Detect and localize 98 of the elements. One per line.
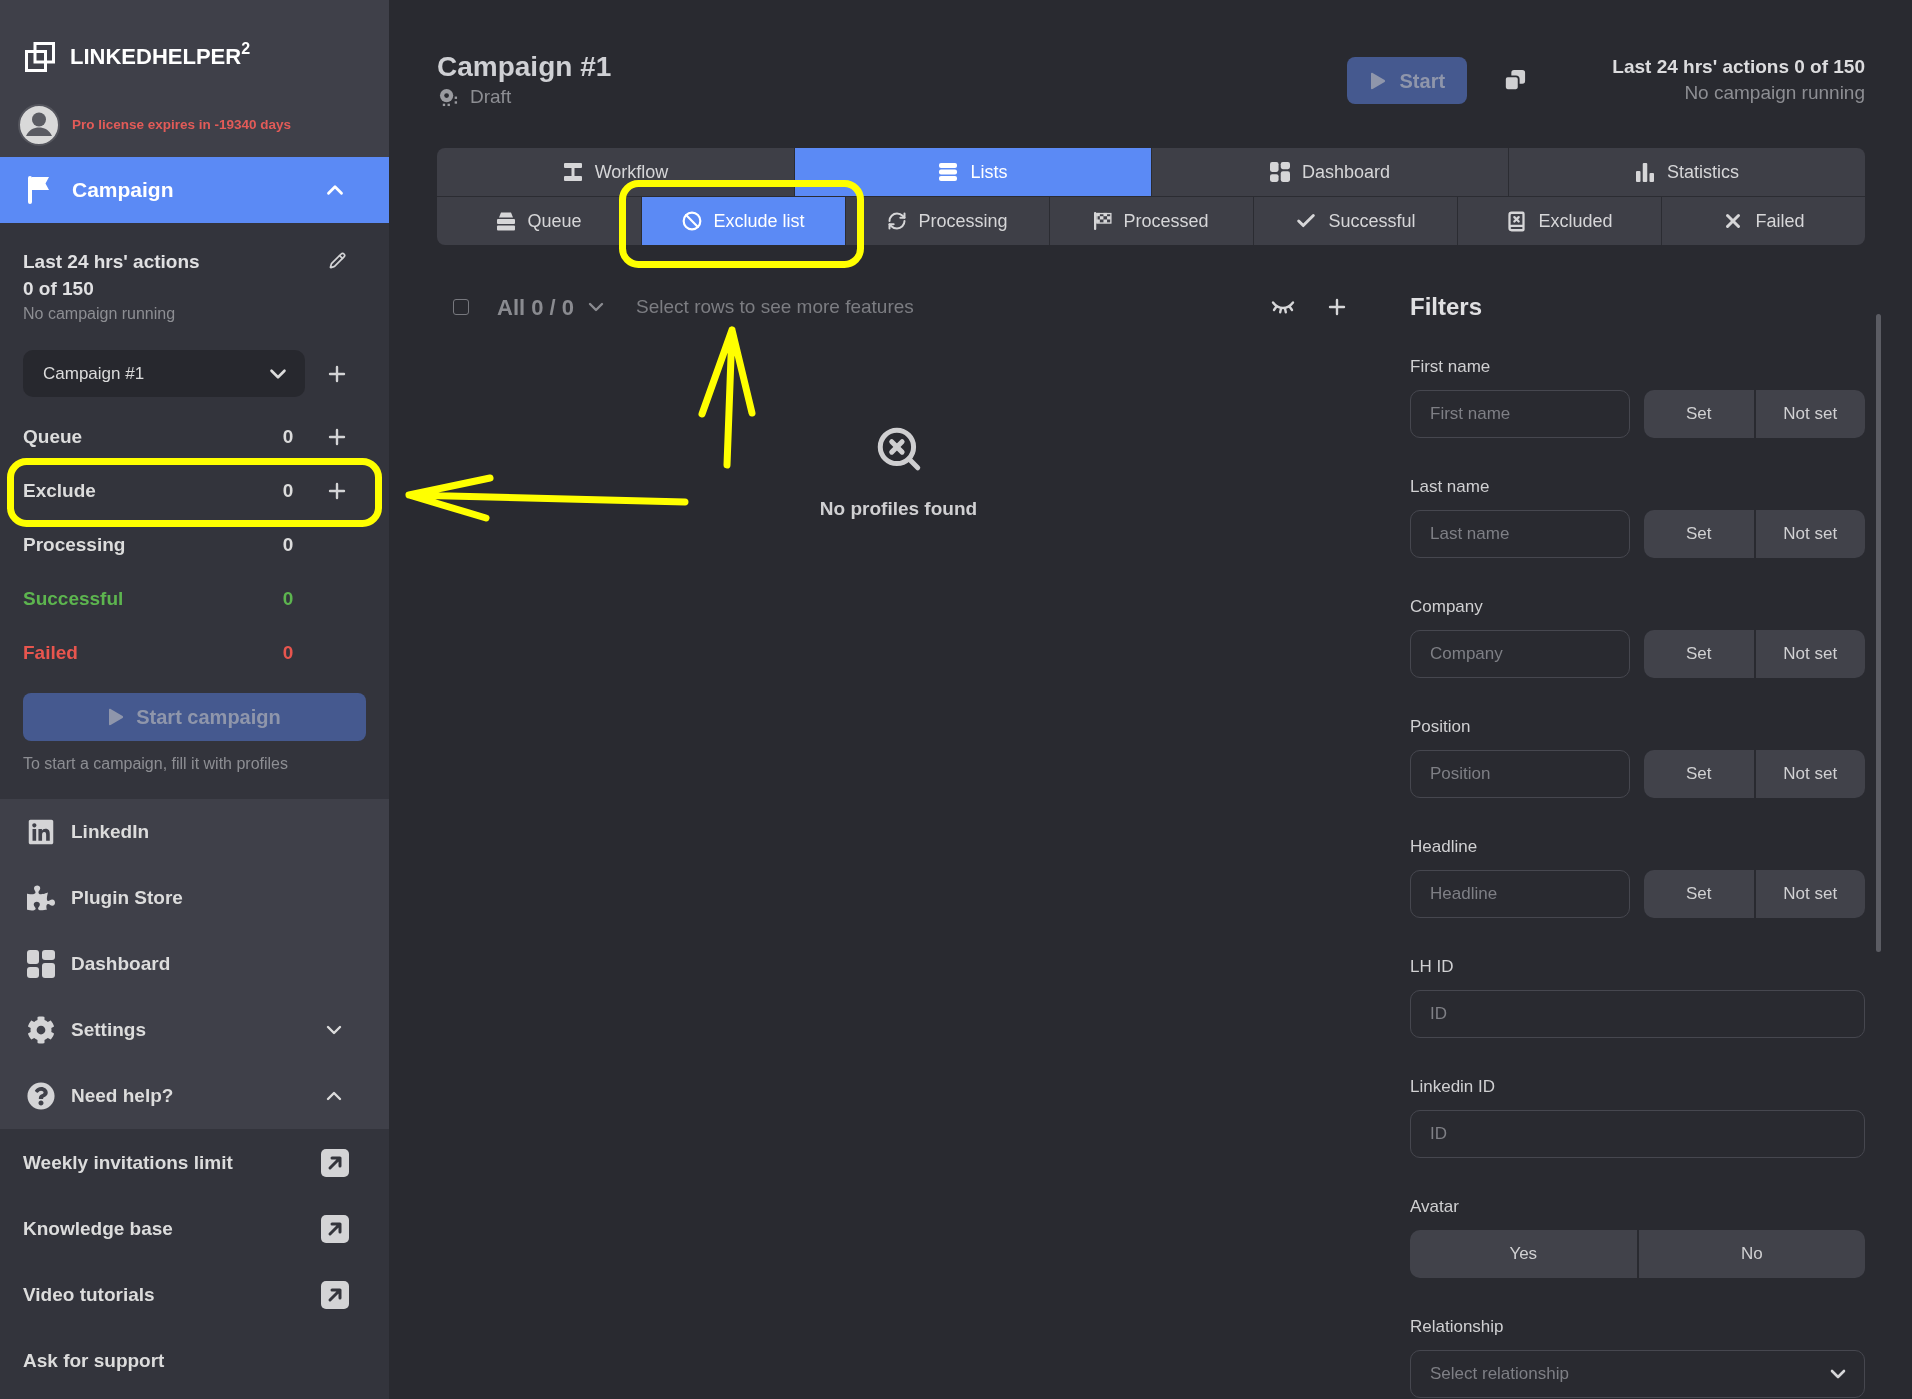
help-icon	[27, 1082, 55, 1110]
tab[interactable]: Processing	[845, 197, 1049, 245]
running-status: No campaign running	[23, 304, 177, 324]
option-button[interactable]: No	[1638, 1230, 1865, 1278]
nav-item[interactable]: Settings	[0, 997, 389, 1063]
tab[interactable]: Queue	[437, 197, 641, 245]
option-button[interactable]: Set	[1644, 510, 1754, 558]
option-button[interactable]: Set	[1644, 390, 1754, 438]
selection-hint: Select rows to see more features	[636, 294, 914, 319]
selection-dropdown[interactable]: All 0 / 0	[497, 290, 609, 324]
filter-input[interactable]: ID	[1410, 990, 1865, 1038]
list-count: 0	[281, 640, 295, 665]
start-hint: To start a campaign, fill it with profiles	[23, 754, 288, 774]
list-label[interactable]: Processing	[23, 530, 126, 560]
option-button[interactable]: Not set	[1755, 630, 1865, 678]
list-icon	[938, 162, 959, 182]
empty-message: No profiles found	[819, 497, 978, 521]
play-icon	[1369, 71, 1386, 90]
filter-input[interactable]: Last name	[1410, 510, 1630, 558]
pencil-icon[interactable]	[328, 252, 346, 269]
filter-input[interactable]: Headline	[1410, 870, 1630, 918]
campaign-status: Draft	[470, 84, 512, 109]
option-button[interactable]: Not set	[1755, 870, 1865, 918]
nav-item[interactable]: Dashboard	[0, 931, 389, 997]
running-status: No campaign running	[1684, 81, 1865, 105]
eye-closed-icon[interactable]	[1271, 300, 1295, 314]
filter-label: Headline	[1410, 836, 1478, 858]
nav-item[interactable]: Plugin Store	[0, 865, 389, 931]
option-button[interactable]: Yes	[1410, 1230, 1637, 1278]
tab[interactable]: Workflow	[437, 148, 794, 196]
workflow-icon	[562, 162, 583, 182]
list-count: 0	[281, 532, 295, 557]
option-button[interactable]: Set	[1644, 630, 1754, 678]
list-label[interactable]: Successful	[23, 584, 124, 614]
filter-label: Last name	[1410, 476, 1490, 498]
scrollbar[interactable]	[1876, 314, 1881, 952]
refresh-icon	[887, 211, 908, 231]
help-link[interactable]: Knowledge base	[23, 1214, 173, 1244]
license-notice: Pro license expires in -19340 days	[72, 115, 292, 134]
filter-input[interactable]: ID	[1410, 1110, 1865, 1158]
play-icon	[108, 708, 125, 726]
tab[interactable]: Statistics	[1508, 148, 1865, 196]
external-link-icon	[321, 1281, 349, 1309]
option-button[interactable]: Set	[1644, 870, 1754, 918]
filter-input[interactable]: First name	[1410, 390, 1630, 438]
tab[interactable]: Failed	[1661, 197, 1865, 245]
book-x-icon	[1506, 210, 1528, 232]
list-count: 0	[281, 586, 295, 611]
option-button[interactable]: Not set	[1755, 750, 1865, 798]
actions-title: Last 24 hrs' actions	[23, 250, 200, 274]
tab[interactable]: Excluded	[1457, 197, 1661, 245]
list-label[interactable]: Exclude	[23, 476, 96, 506]
filter-label: Company	[1410, 596, 1483, 618]
filter-label: Linkedin ID	[1410, 1076, 1496, 1098]
tab[interactable]: Dashboard	[1151, 148, 1508, 196]
checkered-flag-icon	[1094, 212, 1113, 230]
filter-input[interactable]: Company	[1410, 630, 1630, 678]
dashboard-icon	[27, 950, 55, 978]
filter-label: Position	[1410, 716, 1471, 738]
campaign-title: Campaign #1	[437, 50, 612, 84]
external-link-icon	[321, 1215, 349, 1243]
help-link[interactable]: Weekly invitations limit	[23, 1148, 233, 1178]
option-button[interactable]: Set	[1644, 750, 1754, 798]
option-button[interactable]: Not set	[1755, 390, 1865, 438]
help-link[interactable]: Ask for support	[23, 1346, 165, 1376]
copy-icon[interactable]	[1504, 69, 1527, 91]
filter-label: LH ID	[1410, 956, 1454, 978]
linkedin-icon	[27, 818, 55, 846]
settings-icon	[27, 1016, 55, 1044]
list-count: 0	[281, 424, 295, 449]
help-link[interactable]: Video tutorials	[23, 1280, 155, 1310]
dashboard-icon	[1269, 162, 1290, 182]
option-button[interactable]: Not set	[1755, 510, 1865, 558]
nav-item[interactable]: LinkedIn	[0, 799, 389, 865]
select-all-checkbox[interactable]	[453, 299, 469, 315]
filter-label: Avatar	[1410, 1196, 1459, 1218]
ban-icon	[682, 211, 703, 231]
select-dropdown[interactable]: Select relationship	[1410, 1350, 1865, 1398]
tab[interactable]: Processed	[1049, 197, 1253, 245]
filters-title: Filters	[1410, 292, 1483, 322]
campaign-dropdown[interactable]: Campaign #1	[23, 350, 305, 397]
logo-icon	[25, 42, 55, 72]
filter-input[interactable]: Position	[1410, 750, 1630, 798]
ring-dots-icon	[439, 87, 458, 107]
flag-icon	[28, 176, 50, 204]
list-label[interactable]: Queue	[23, 422, 83, 452]
nav-item[interactable]: Need help?	[0, 1063, 389, 1129]
actions-summary: Last 24 hrs' actions 0 of 150	[1612, 55, 1865, 79]
bar-chart-icon	[1635, 162, 1655, 182]
filter-label: First name	[1410, 356, 1491, 378]
filter-label: Relationship	[1410, 1316, 1504, 1338]
list-count: 0	[281, 478, 295, 503]
avatar-icon[interactable]	[18, 104, 60, 146]
tab[interactable]: Successful	[1253, 197, 1457, 245]
puzzle-icon	[27, 884, 55, 912]
actions-count: 0 of 150	[23, 277, 95, 301]
stack-icon	[496, 211, 517, 231]
external-link-icon	[321, 1149, 349, 1177]
